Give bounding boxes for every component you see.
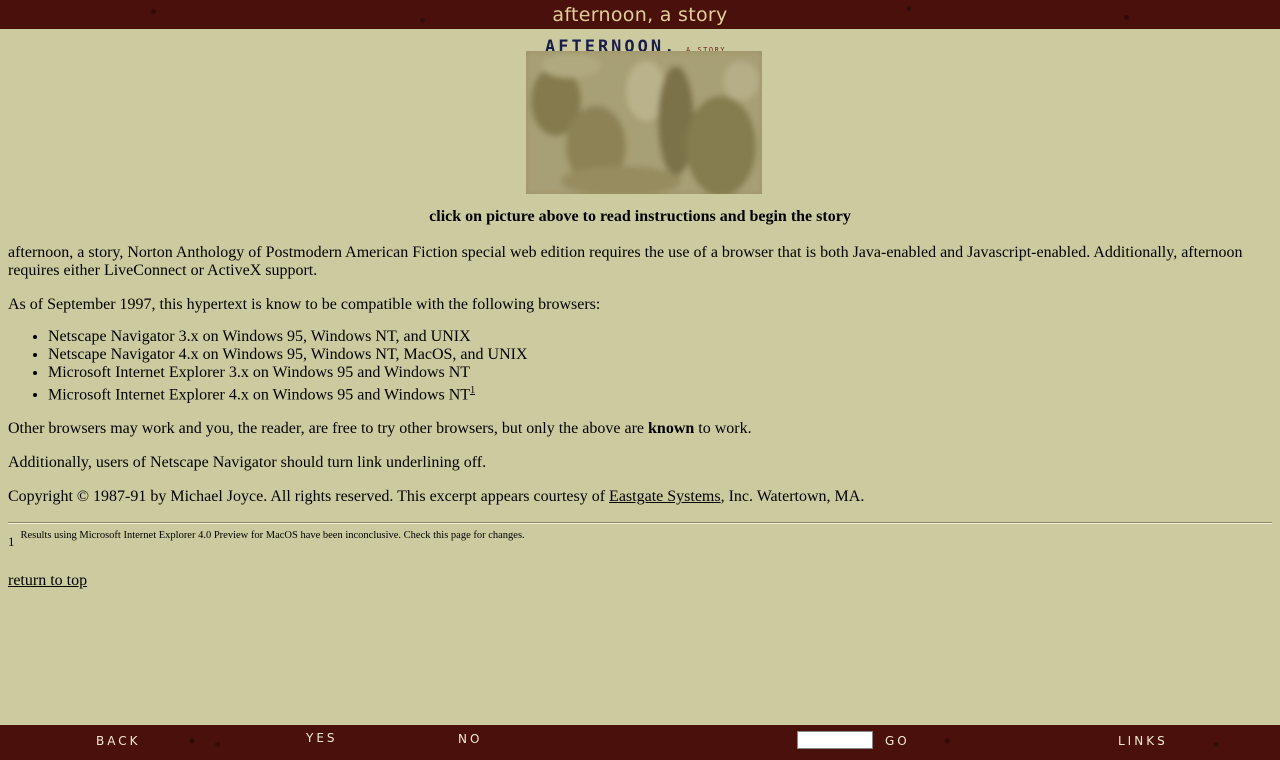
story-banner-link[interactable]: AFTERNOON, A STORY (518, 37, 763, 195)
banner-area: AFTERNOON, A STORY (8, 29, 1272, 195)
footnote: 1 Results using Microsoft Internet Explo… (8, 530, 1272, 550)
instructions-text: click on picture above to read instructi… (429, 208, 851, 225)
go-input[interactable] (797, 731, 873, 749)
compat-intro: As of September 1997, this hypertext is … (8, 296, 601, 313)
bottom-nav-bar: BACK YES NO GO LINKS (0, 725, 1280, 760)
no-button[interactable]: NO (458, 732, 482, 746)
footnote-number: 1 (8, 534, 15, 550)
return-to-top-container: return to top (8, 572, 1272, 590)
return-to-top-link[interactable]: return to top (8, 572, 87, 589)
known-emphasis: known (648, 420, 695, 438)
yes-button[interactable]: YES (306, 731, 338, 745)
list-item: Microsoft Internet Explorer 3.x on Windo… (48, 364, 1272, 382)
intro-paragraph: afternoon, a story, Norton Anthology of … (8, 244, 1243, 279)
list-item: Netscape Navigator 4.x on Windows 95, Wi… (48, 346, 1272, 364)
list-item: Netscape Navigator 3.x on Windows 95, Wi… (48, 328, 1272, 346)
divider (8, 522, 1272, 525)
footnote-text: Results using Microsoft Internet Explore… (20, 530, 525, 542)
links-button[interactable]: LINKS (1118, 734, 1168, 748)
main-content: AFTERNOON, A STORY click on picture abov… (8, 29, 1272, 590)
footnote-link[interactable]: 1 (470, 385, 475, 396)
back-button[interactable]: BACK (96, 734, 140, 748)
banner-photo (526, 51, 762, 194)
page-title: afternoon, a story (552, 4, 728, 26)
list-item: Microsoft Internet Explorer 4.x on Windo… (48, 382, 1272, 404)
browser-list: Netscape Navigator 3.x on Windows 95, Wi… (8, 328, 1272, 404)
other-browsers-paragraph: Other browsers may work and you, the rea… (8, 420, 752, 438)
top-title-bar: afternoon, a story (0, 0, 1280, 29)
go-button[interactable]: GO (885, 734, 910, 748)
copyright-paragraph: Copyright © 1987-91 by Michael Joyce. Al… (8, 488, 865, 506)
eastgate-link[interactable]: Eastgate Systems (609, 488, 721, 505)
underline-note: Additionally, users of Netscape Navigato… (8, 454, 487, 472)
